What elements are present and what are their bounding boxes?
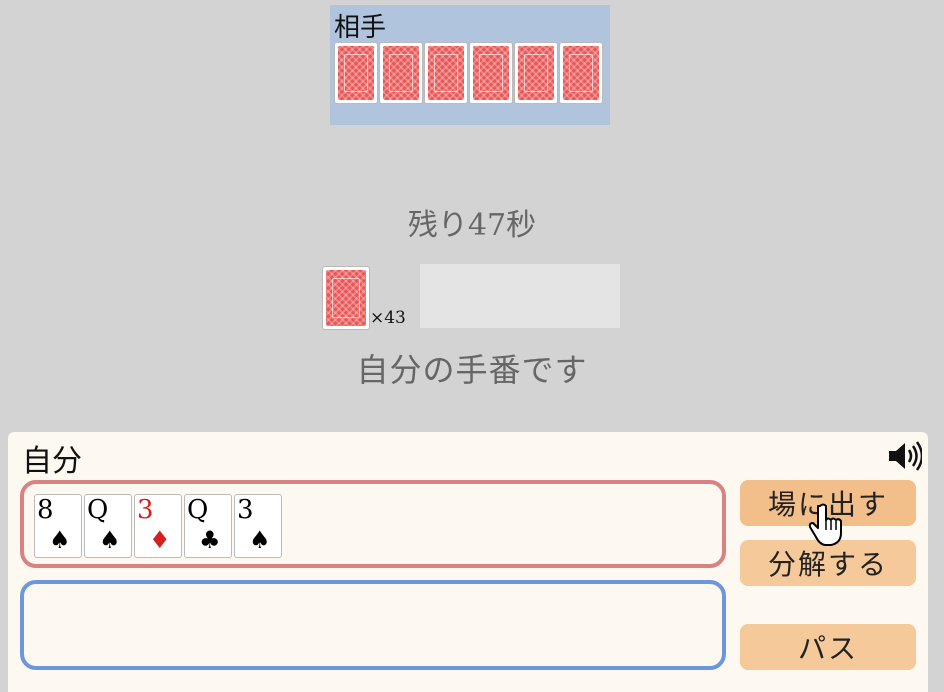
- card-suit: ♠: [49, 526, 71, 554]
- play-field-slot: [420, 264, 620, 328]
- opponent-hand: [334, 42, 603, 104]
- card-rank: 8: [37, 495, 54, 525]
- card-rank: Q: [187, 495, 209, 525]
- opponent-area: 相手: [330, 5, 610, 125]
- selection-area[interactable]: [20, 580, 726, 670]
- draw-deck[interactable]: [322, 266, 370, 330]
- hand-card[interactable]: Q ♣: [184, 494, 232, 558]
- opponent-card-back: [424, 42, 468, 104]
- play-to-field-button[interactable]: 場に出す: [740, 480, 916, 526]
- opponent-card-back: [559, 42, 603, 104]
- card-suit: ♦: [149, 526, 171, 554]
- hand-card[interactable]: 3 ♠: [234, 494, 282, 558]
- hand-card[interactable]: 3 ♦: [134, 494, 182, 558]
- turn-timer: 残り47秒: [407, 208, 537, 243]
- opponent-card-back: [469, 42, 513, 104]
- deck-count: ×43: [370, 308, 406, 328]
- opponent-card-back: [379, 42, 423, 104]
- card-rank: Q: [87, 495, 109, 525]
- player-label: 自分: [22, 444, 82, 479]
- opponent-label: 相手: [334, 13, 387, 43]
- hand-card[interactable]: 8 ♠: [34, 494, 82, 558]
- card-suit: ♣: [199, 526, 221, 554]
- hand-card[interactable]: Q ♠: [84, 494, 132, 558]
- speaker-icon[interactable]: [886, 440, 922, 472]
- card-rank: 3: [137, 495, 154, 525]
- split-button[interactable]: 分解する: [740, 540, 916, 586]
- opponent-card-back: [334, 42, 378, 104]
- player-panel: 自分 8 ♠ Q ♠ 3 ♦ Q ♣ 3 ♠ 場に出す 分解する パス: [8, 432, 928, 692]
- opponent-card-back: [514, 42, 558, 104]
- card-suit: ♠: [249, 526, 271, 554]
- turn-message: 自分の手番です: [356, 351, 588, 389]
- player-hand: 8 ♠ Q ♠ 3 ♦ Q ♣ 3 ♠: [34, 494, 282, 558]
- deck-card-back[interactable]: [322, 266, 370, 330]
- pass-button[interactable]: パス: [740, 624, 916, 670]
- card-rank: 3: [237, 495, 254, 525]
- player-hand-area: 8 ♠ Q ♠ 3 ♦ Q ♣ 3 ♠: [20, 480, 726, 568]
- card-suit: ♠: [99, 526, 121, 554]
